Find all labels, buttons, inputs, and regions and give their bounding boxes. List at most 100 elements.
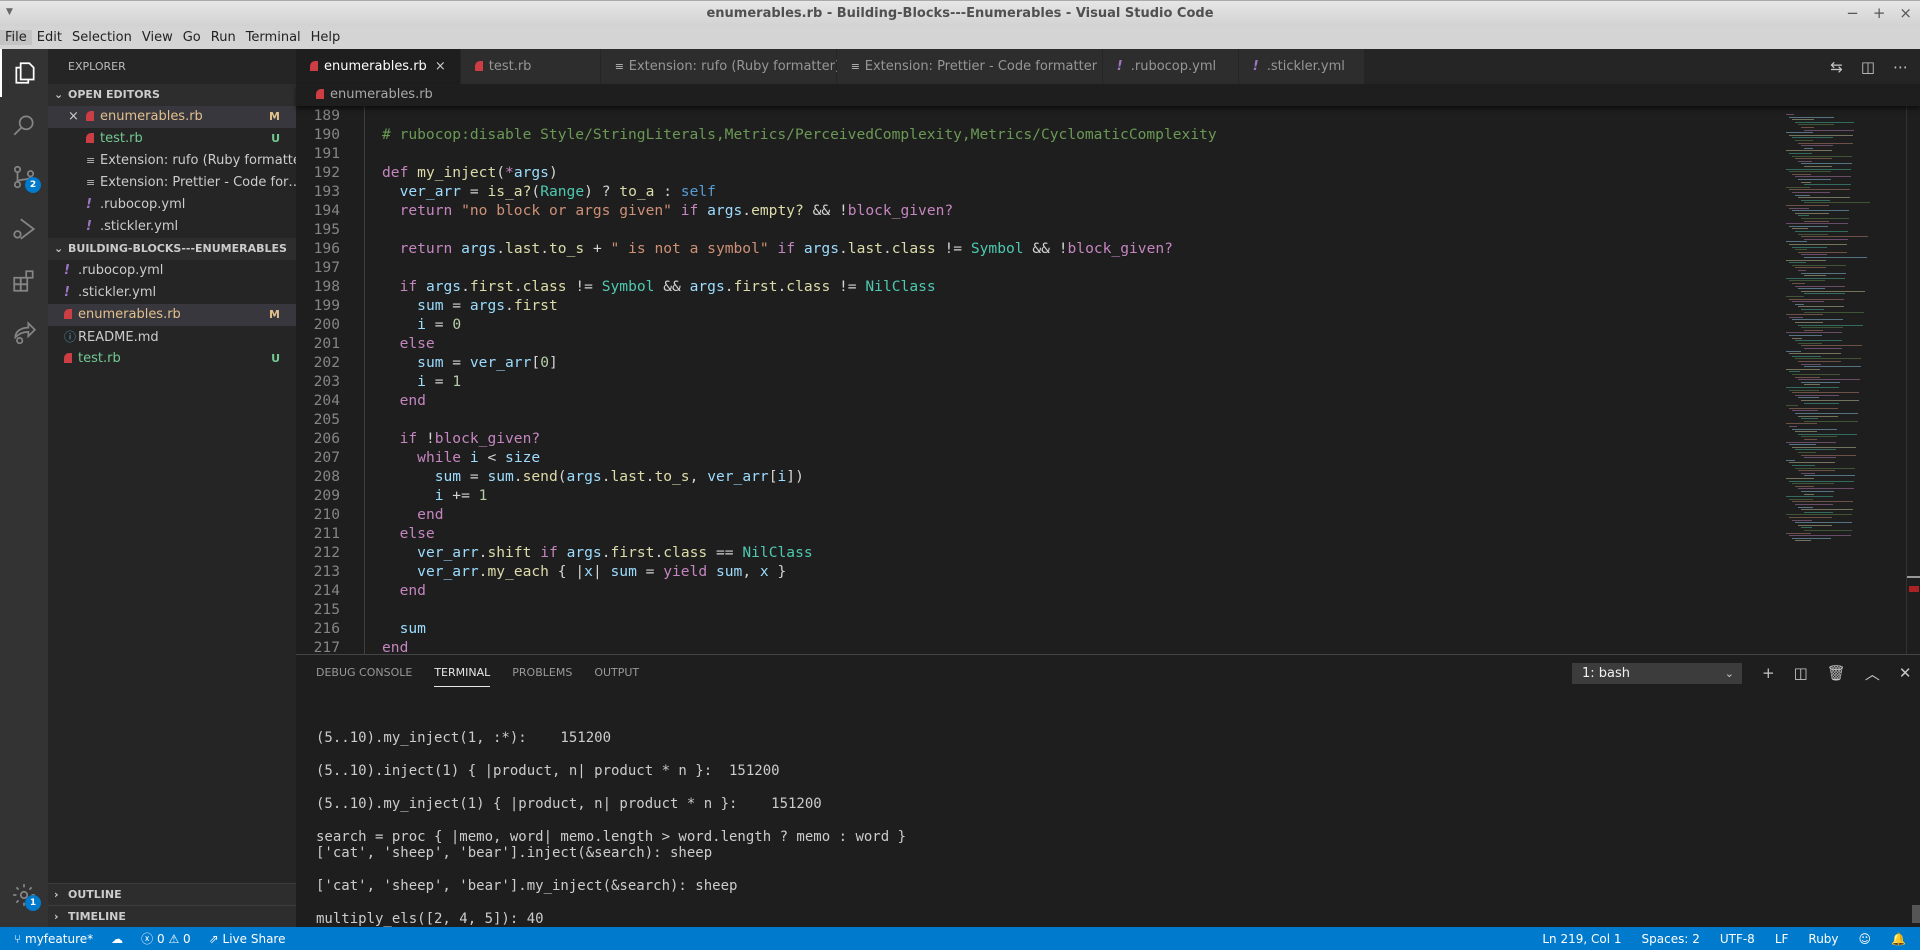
editor-scrollbar[interactable] [1906, 106, 1920, 654]
code-line[interactable]: ver_arr = is_a?(Range) ? to_a : self [382, 182, 716, 201]
code-line[interactable]: i = 1 [382, 372, 461, 391]
code-line[interactable]: else [382, 334, 435, 353]
menu-help[interactable]: Help [306, 30, 346, 45]
more-actions-icon[interactable]: ⋯ [1893, 58, 1908, 76]
breadcrumb[interactable]: enumerables.rb [296, 84, 1920, 106]
tab-test[interactable]: test.rb [460, 49, 601, 84]
tab-rubocop[interactable]: ! .rubocop.yml [1102, 49, 1239, 84]
file-tree-item[interactable]: ⓘ README.md [48, 326, 296, 348]
activity-explorer[interactable] [0, 49, 48, 97]
encoding[interactable]: UTF-8 [1720, 932, 1755, 946]
open-editors-header[interactable]: ⌄ OPEN EDITORS [48, 84, 296, 106]
tab-terminal[interactable]: TERMINAL [434, 655, 491, 687]
feedback-icon[interactable]: ☺ [1859, 932, 1872, 946]
open-editor-item[interactable]: ! .rubocop.yml [48, 194, 296, 216]
activity-extensions[interactable] [0, 257, 48, 305]
activity-manage[interactable]: 1 [0, 871, 48, 919]
close-tab-icon[interactable]: × [435, 59, 446, 74]
code-line[interactable]: ver_arr.my_each { |x| sum = yield sum, x… [382, 562, 786, 581]
tab-stickler[interactable]: ! .stickler.yml [1238, 49, 1365, 84]
code-line[interactable]: sum = ver_arr[0] [382, 353, 558, 372]
terminal-select[interactable]: 1: bash ⌄ [1572, 663, 1742, 684]
activity-search[interactable] [0, 101, 48, 149]
line-number: 194 [313, 202, 340, 219]
open-editor-item[interactable]: ! .stickler.yml [48, 216, 296, 238]
tab-rufo-extension[interactable]: ≡ Extension: rufo (Ruby formatter) [600, 49, 840, 84]
code-line[interactable]: i = 0 [382, 315, 461, 334]
code-line[interactable]: end [382, 505, 443, 524]
code-line[interactable]: while i < size [382, 448, 540, 467]
file-tree-item[interactable]: test.rb U [48, 348, 296, 370]
code-line[interactable]: sum = sum.send(args.last.to_s, ver_arr[i… [382, 467, 804, 486]
menu-go[interactable]: Go [178, 30, 206, 45]
split-editor-icon[interactable]: ◫ [1861, 58, 1875, 76]
outline-header[interactable]: › OUTLINE [48, 883, 296, 905]
breadcrumb-file[interactable]: enumerables.rb [330, 87, 433, 102]
code-line[interactable]: sum = args.first [382, 296, 558, 315]
code-line[interactable]: end [382, 581, 426, 600]
minimap[interactable] [1776, 106, 1906, 654]
open-editor-item[interactable]: test.rb U [48, 128, 296, 150]
minimap-line [1795, 194, 1810, 196]
indentation[interactable]: Spaces: 2 [1642, 932, 1700, 946]
code-line[interactable]: return args.last.to_s + " is not a symbo… [382, 239, 1173, 258]
code-line[interactable]: end [382, 638, 408, 654]
scrollbar-thumb[interactable] [1907, 576, 1920, 578]
menu-file[interactable]: File [0, 30, 32, 45]
menu-run[interactable]: Run [206, 30, 241, 45]
maximize-button[interactable]: + [1873, 4, 1886, 22]
close-window-button[interactable]: × [1899, 4, 1912, 22]
notifications-icon[interactable]: 🔔 [1891, 932, 1906, 946]
file-tree-item[interactable]: ! .stickler.yml [48, 282, 296, 304]
code-line[interactable]: ver_arr.shift if args.first.class == Nil… [382, 543, 813, 562]
tab-problems[interactable]: PROBLEMS [512, 655, 572, 691]
close-editor-icon[interactable]: × [68, 106, 79, 128]
code-line[interactable]: if !block_given? [382, 429, 541, 448]
split-terminal-icon[interactable]: ◫ [1794, 664, 1808, 682]
menu-view[interactable]: View [137, 30, 178, 45]
minimize-button[interactable]: − [1846, 4, 1859, 22]
open-editor-item[interactable]: × enumerables.rb M [48, 106, 296, 128]
code-line[interactable]: # rubocop:disable Style/StringLiterals,M… [382, 125, 1217, 144]
menu-terminal[interactable]: Terminal [241, 30, 306, 45]
tab-debug-console[interactable]: DEBUG CONSOLE [316, 655, 412, 691]
close-panel-icon[interactable]: ✕ [1899, 664, 1912, 682]
code-line[interactable]: else [382, 524, 435, 543]
problems-indicator[interactable]: ⓧ 0 ⚠ 0 [141, 930, 191, 947]
sync-icon[interactable]: ☁ [111, 932, 123, 946]
open-changes-icon[interactable]: ⇆ [1830, 58, 1843, 76]
branch-indicator[interactable]: ⑂ myfeature* [14, 932, 93, 946]
tab-prettier-extension[interactable]: ≡ Extension: Prettier - Code formatter [836, 49, 1103, 84]
code-line[interactable]: i += 1 [382, 486, 488, 505]
open-editor-item[interactable]: ≡ Extension: rufo (Ruby formatter) [48, 150, 296, 172]
code-line[interactable]: sum [382, 619, 426, 638]
minimap-line [1795, 394, 1839, 396]
timeline-header[interactable]: › TIMELINE [48, 905, 296, 927]
tab-enumerables[interactable]: enumerables.rb × [296, 49, 461, 84]
file-tree-item[interactable]: ! .rubocop.yml [48, 260, 296, 282]
terminal-output[interactable]: (5..10).my_inject(1, :*): 151200 (5..10).… [316, 713, 948, 944]
terminal-scrollbar[interactable] [1912, 905, 1920, 923]
activity-live-share[interactable] [0, 309, 48, 357]
code-line[interactable]: return "no block or args given" if args.… [382, 201, 954, 220]
code-line[interactable]: if args.first.class != Symbol && args.fi… [382, 277, 936, 296]
activity-run-debug[interactable] [0, 205, 48, 253]
open-editor-item[interactable]: ≡ Extension: Prettier - Code for… [48, 172, 296, 194]
menu-edit[interactable]: Edit [32, 30, 67, 45]
folder-header[interactable]: ⌄ BUILDING-BLOCKS---ENUMERABLES [48, 238, 296, 260]
code-line[interactable]: def my_inject(*args) [382, 163, 558, 182]
file-tree-item[interactable]: enumerables.rb M [48, 304, 296, 326]
language-mode[interactable]: Ruby [1808, 932, 1838, 946]
maximize-panel-icon[interactable]: ︿ [1865, 663, 1880, 684]
new-terminal-icon[interactable]: + [1762, 664, 1775, 682]
cursor-position[interactable]: Ln 219, Col 1 [1542, 932, 1621, 946]
activity-source-control[interactable]: 2 [0, 153, 48, 201]
menu-selection[interactable]: Selection [67, 30, 137, 45]
tab-output[interactable]: OUTPUT [594, 655, 639, 691]
code-editor[interactable]: 189 190 # rubocop:disable Style/StringLite… [296, 106, 1776, 654]
end-of-line[interactable]: LF [1775, 932, 1789, 946]
code-line[interactable]: end [382, 391, 426, 410]
live-share-button[interactable]: ⇗ Live Share [209, 932, 286, 946]
minimap-line [1801, 509, 1853, 511]
trash-icon[interactable]: 🗑 [1827, 664, 1846, 682]
